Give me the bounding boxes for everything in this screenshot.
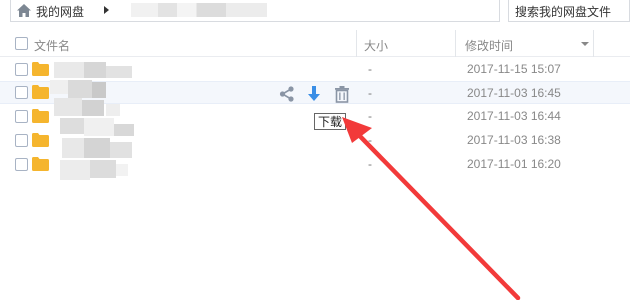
blurred-folder-name [131,3,267,17]
modified-date: 2017-11-03 16:44 [467,109,561,123]
trash-icon[interactable] [333,85,351,103]
column-divider[interactable] [593,30,594,57]
modified-date: 2017-11-01 16:20 [467,157,561,171]
file-size: - [368,86,372,100]
header-modified[interactable]: 修改时间 [465,37,513,54]
folder-icon [32,85,49,99]
download-tooltip: 下载 [314,113,347,130]
folder-icon [32,157,49,171]
row-checkbox[interactable] [15,63,28,76]
search-placeholder: 搜索我的网盘文件 [515,5,612,19]
modified-date: 2017-11-03 16:38 [467,133,561,147]
file-size: - [368,157,372,171]
modified-date: 2017-11-15 15:07 [467,62,561,76]
home-icon[interactable] [17,4,31,17]
search-input[interactable]: 搜索我的网盘文件 [508,0,630,22]
header-filename[interactable]: 文件名 [34,37,70,54]
share-icon[interactable] [278,85,296,103]
file-size: - [368,62,372,76]
breadcrumb-separator-icon [104,6,109,14]
folder-icon [32,133,49,147]
sort-dropdown-icon[interactable] [581,42,589,46]
download-icon[interactable] [305,85,323,103]
column-divider[interactable] [455,30,456,57]
breadcrumb: 我的网盘 [10,0,500,22]
breadcrumb-root[interactable]: 我的网盘 [36,3,84,20]
folder-icon [32,109,49,123]
blurred-file-names [50,60,140,190]
file-size: - [368,133,372,147]
header-size[interactable]: 大小 [364,37,388,54]
file-size: - [368,109,372,123]
row-checkbox[interactable] [15,86,28,99]
top-bar: 我的网盘 搜索我的网盘文件 [0,0,630,26]
file-list-header: 文件名 大小 修改时间 [0,30,630,57]
modified-date: 2017-11-03 16:45 [467,86,561,100]
folder-icon [32,62,49,76]
row-checkbox[interactable] [15,110,28,123]
row-checkbox[interactable] [15,158,28,171]
column-divider[interactable] [356,30,357,57]
row-checkbox[interactable] [15,134,28,147]
select-all-checkbox[interactable] [15,37,28,50]
